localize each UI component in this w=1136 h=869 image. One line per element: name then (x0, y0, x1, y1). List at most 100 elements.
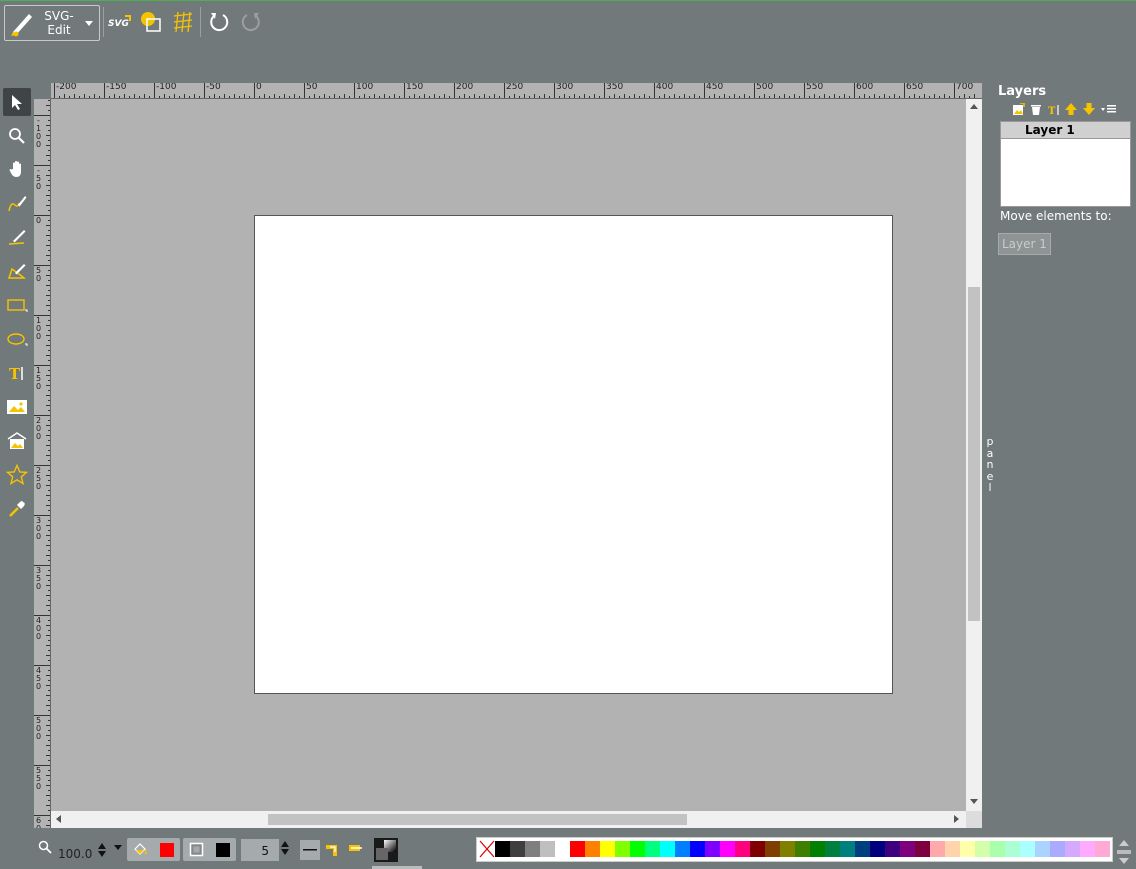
scrollbar-thumb[interactable] (968, 287, 980, 621)
palette-swatch[interactable] (750, 841, 765, 857)
ellipse-tool[interactable] (3, 325, 31, 353)
palette-swatch[interactable] (660, 841, 675, 857)
fill-color-picker[interactable] (127, 838, 180, 861)
vertical-scrollbar[interactable] (966, 99, 982, 811)
palette-swatch[interactable] (1080, 841, 1095, 857)
palette-swatch[interactable] (870, 841, 885, 857)
palette-swatch[interactable] (585, 841, 600, 857)
move-elements-select[interactable]: Layer 1 (998, 233, 1051, 255)
palette-swatch[interactable] (945, 841, 960, 857)
svg-text:SVG: SVG (108, 19, 129, 29)
palette-swatch[interactable] (690, 841, 705, 857)
palette-swatch[interactable] (555, 841, 570, 857)
palette-swatch[interactable] (825, 841, 840, 857)
no-color-swatch-icon[interactable] (479, 840, 495, 858)
stroke-linecap-button[interactable] (346, 838, 366, 858)
eyedropper-tool[interactable] (3, 495, 31, 523)
layer-row[interactable]: Layer 1 (1001, 122, 1130, 139)
template-image-tool[interactable] (3, 427, 31, 455)
svg-canvas[interactable] (254, 215, 893, 694)
palette-swatch[interactable] (720, 841, 735, 857)
grid-button[interactable] (170, 9, 196, 35)
scroll-down-icon[interactable] (970, 799, 978, 804)
opacity-button[interactable] (374, 838, 398, 862)
main-menu-button[interactable]: SVG- Edit (4, 5, 100, 41)
line-tool[interactable] (3, 223, 31, 251)
palette-swatch[interactable] (1095, 841, 1110, 857)
palette-swatch[interactable] (810, 841, 825, 857)
zoom-dropdown-icon[interactable] (114, 845, 122, 850)
text-tool[interactable]: T (3, 359, 31, 387)
palette-swatch[interactable] (615, 841, 630, 857)
undo-button[interactable] (206, 9, 232, 35)
palette-swatch[interactable] (960, 841, 975, 857)
palette-swatch[interactable] (990, 841, 1005, 857)
redo-button[interactable] (238, 9, 264, 35)
palette-swatch[interactable] (645, 841, 660, 857)
stroke-linejoin-button[interactable] (322, 840, 342, 860)
palette-swatch[interactable] (855, 841, 870, 857)
palette-swatch[interactable] (780, 841, 795, 857)
layer-up-button[interactable] (1064, 102, 1078, 116)
new-layer-button[interactable] (1011, 102, 1025, 116)
scroll-right-icon[interactable] (954, 815, 959, 823)
stroke-width-stepper[interactable] (280, 839, 290, 863)
palette-swatch[interactable] (795, 841, 810, 857)
layer-down-button[interactable] (1082, 102, 1096, 116)
workarea[interactable] (51, 99, 982, 828)
palette-swatch[interactable] (525, 841, 540, 857)
stroke-color-picker[interactable] (183, 838, 236, 861)
stroke-color-swatch[interactable] (216, 843, 230, 857)
palette-swatch[interactable] (900, 841, 915, 857)
svg-source-button[interactable]: SVG (106, 9, 132, 35)
palette-swatch[interactable] (1065, 841, 1080, 857)
stepper-up-icon[interactable] (281, 841, 289, 847)
palette-swatch[interactable] (885, 841, 900, 857)
svg-text:T: T (1048, 106, 1056, 116)
palette-swatch[interactable] (975, 841, 990, 857)
pan-tool[interactable] (3, 155, 31, 183)
scroll-up-icon[interactable] (970, 104, 978, 109)
palette-swatch[interactable] (705, 841, 720, 857)
zoom-input[interactable]: 100.0 (58, 847, 92, 861)
freehand-tool[interactable] (3, 189, 31, 217)
rename-layer-button[interactable]: T (1047, 102, 1061, 116)
stepper-down-icon[interactable] (98, 851, 106, 857)
palette-swatch[interactable] (840, 841, 855, 857)
image-tool[interactable] (3, 393, 31, 421)
palette-swatch[interactable] (1020, 841, 1035, 857)
scrollbar-thumb[interactable] (268, 814, 687, 825)
stepper-down-icon[interactable] (281, 849, 289, 855)
layer-menu-button[interactable] (1100, 102, 1118, 116)
palette-swatch[interactable] (600, 841, 615, 857)
wireframe-button[interactable] (138, 9, 164, 35)
zoom-stepper[interactable] (97, 841, 107, 865)
star-tool[interactable] (3, 461, 31, 489)
palette-swatch[interactable] (915, 841, 930, 857)
palette-swatch[interactable] (570, 841, 585, 857)
palette-swatch[interactable] (1035, 841, 1050, 857)
scroll-left-icon[interactable] (56, 815, 61, 823)
palette-swatch[interactable] (510, 841, 525, 857)
palette-swatch[interactable] (495, 841, 510, 857)
palette-swatch[interactable] (1005, 841, 1020, 857)
palette-swatch[interactable] (735, 841, 750, 857)
palette-swatch[interactable] (540, 841, 555, 857)
stroke-style-button[interactable] (300, 840, 320, 860)
stepper-up-icon[interactable] (98, 843, 106, 849)
delete-layer-button[interactable] (1029, 102, 1043, 116)
palette-swatch[interactable] (675, 841, 690, 857)
palette-swatch[interactable] (1050, 841, 1065, 857)
horizontal-scrollbar[interactable] (51, 811, 966, 828)
fill-color-swatch[interactable] (160, 843, 174, 857)
rect-tool[interactable] (3, 291, 31, 319)
palette-swatch[interactable] (630, 841, 645, 857)
select-tool[interactable] (3, 88, 31, 116)
palette-scroll-icon[interactable] (1116, 838, 1132, 866)
palette-swatch[interactable] (930, 841, 945, 857)
palette-swatch[interactable] (765, 841, 780, 857)
path-tool[interactable] (3, 257, 31, 285)
panel-toggle-handle[interactable]: panel (984, 436, 996, 494)
zoom-tool[interactable] (3, 122, 31, 150)
stroke-width-input[interactable]: 5 (241, 839, 279, 861)
